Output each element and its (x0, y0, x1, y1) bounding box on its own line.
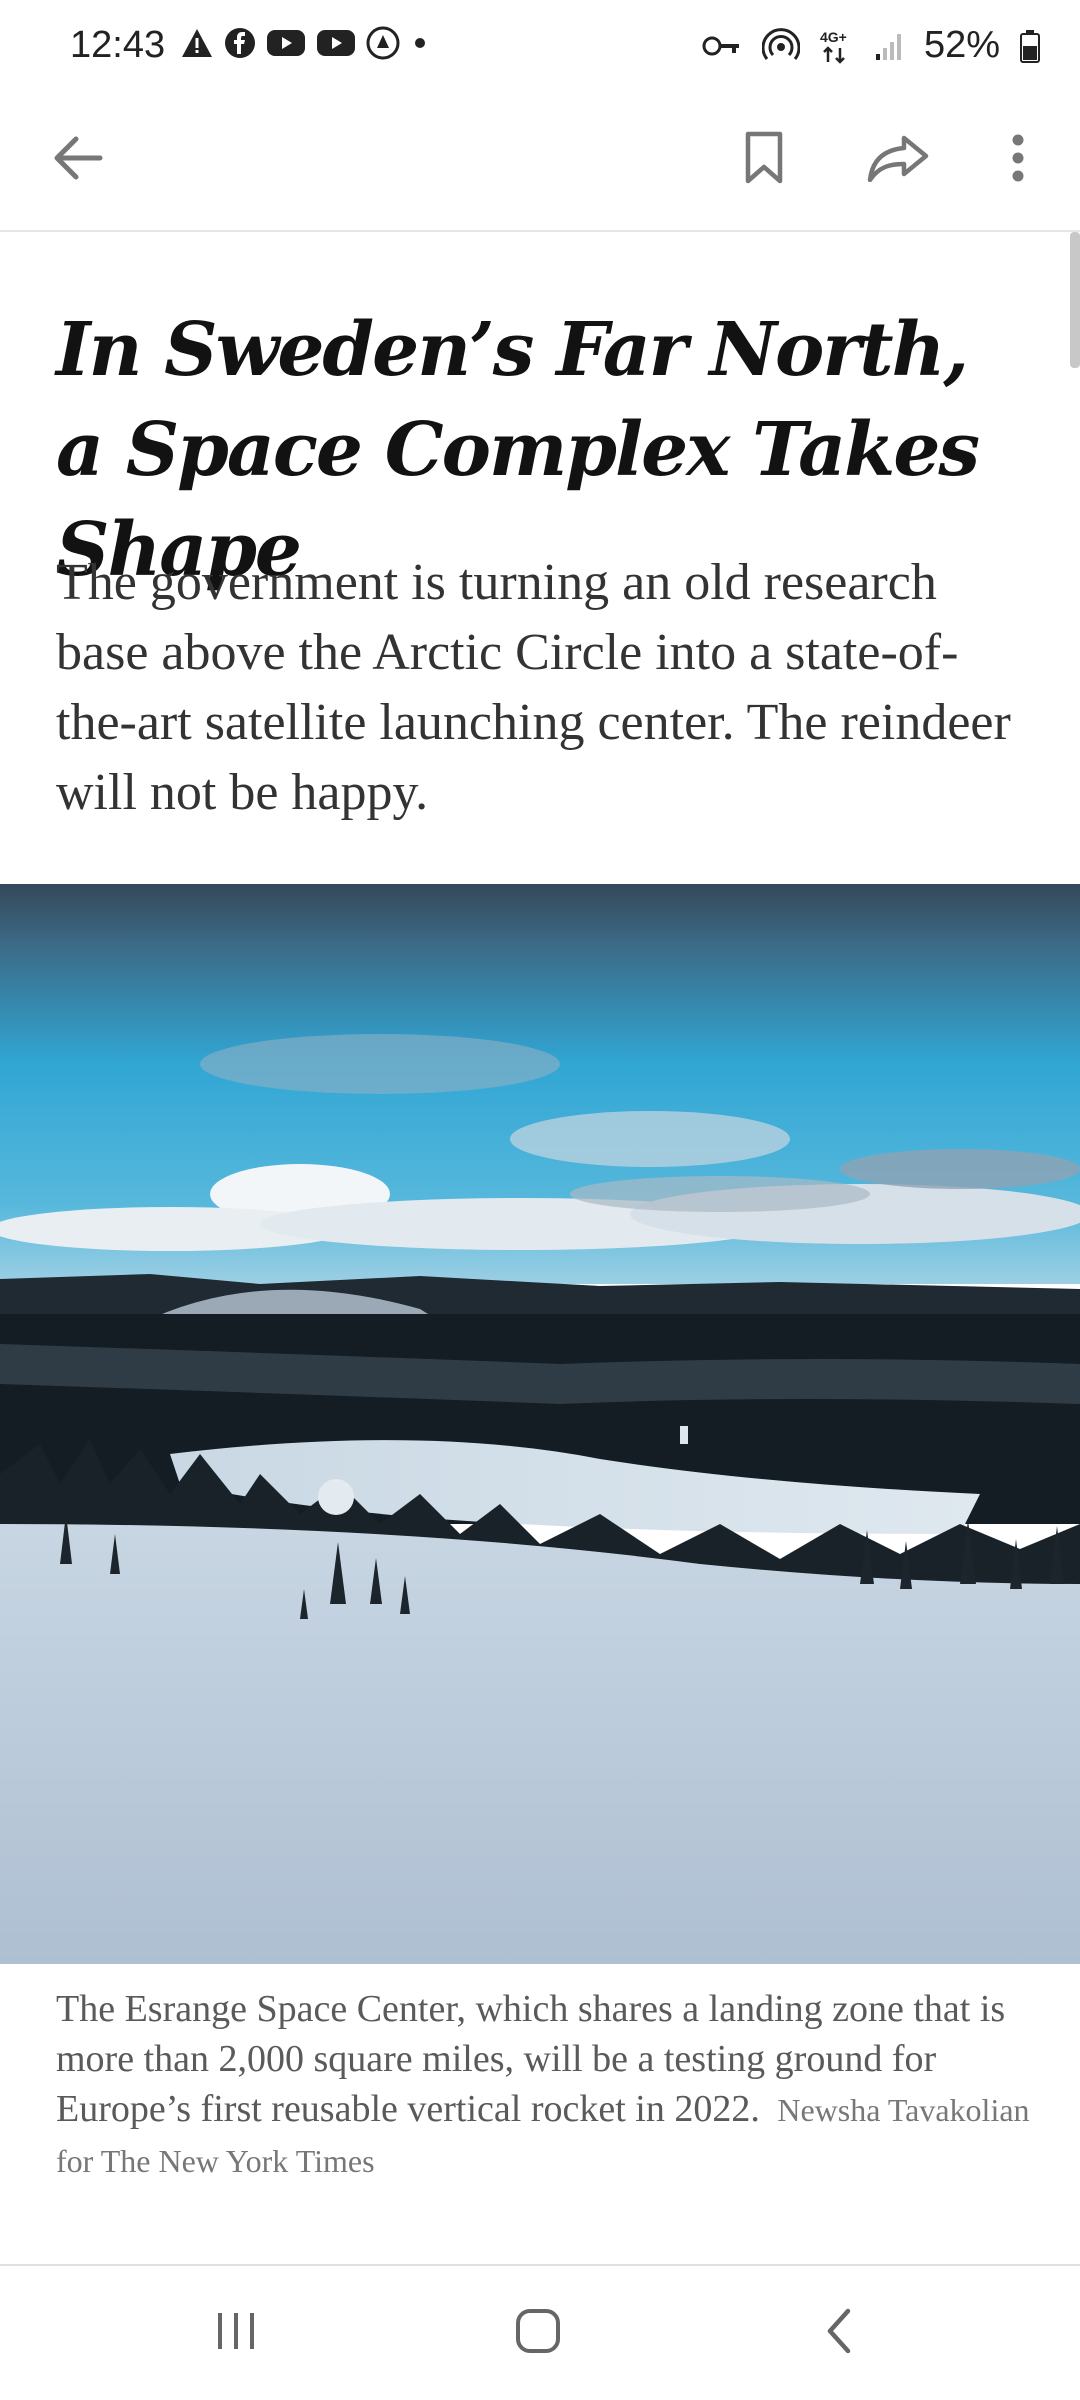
warning-icon (180, 27, 214, 59)
system-icons: 4G+ 52% (702, 24, 1040, 67)
battery-icon (1020, 29, 1040, 63)
vpn-key-icon (702, 34, 742, 58)
home-icon (513, 2306, 563, 2360)
nav-back-icon (822, 2307, 858, 2359)
app-icon (366, 26, 400, 60)
4g-icon: 4G+ (820, 28, 854, 64)
recents-button[interactable] (186, 2290, 286, 2376)
back-button[interactable] (38, 120, 118, 200)
status-bar: 12:43 4G+ 52% (0, 0, 1080, 92)
bookmark-button[interactable] (724, 120, 804, 200)
dot-icon (410, 33, 430, 53)
more-options-button[interactable] (978, 120, 1058, 200)
facebook-icon (224, 27, 256, 59)
youtube-icon (316, 28, 356, 58)
scroll-indicator[interactable] (1070, 232, 1080, 368)
signal-icon (874, 30, 904, 62)
share-icon (866, 134, 930, 186)
article-summary: The government is turning an old researc… (56, 554, 1011, 821)
bookmark-icon (744, 131, 784, 189)
article-hero-image[interactable] (0, 884, 1080, 1964)
article-toolbar (0, 92, 1080, 232)
youtube-icon (266, 28, 306, 58)
nav-back-button[interactable] (790, 2290, 890, 2376)
arctic-landscape-photo (0, 884, 1080, 1964)
image-caption: The Esrange Space Center, which shares a… (56, 1984, 1036, 2186)
status-time: 12:43 (70, 24, 166, 66)
system-nav-bar (0, 2266, 1080, 2400)
home-button[interactable] (488, 2290, 588, 2376)
share-button[interactable] (858, 120, 938, 200)
notification-icons (180, 26, 430, 60)
battery-percent: 52% (923, 24, 1000, 66)
hotspot-icon (761, 27, 800, 65)
arrow-left-icon (52, 135, 104, 185)
more-vert-icon (1010, 132, 1026, 188)
svg-text:4G+: 4G+ (820, 29, 847, 45)
recents-icon (212, 2309, 260, 2357)
